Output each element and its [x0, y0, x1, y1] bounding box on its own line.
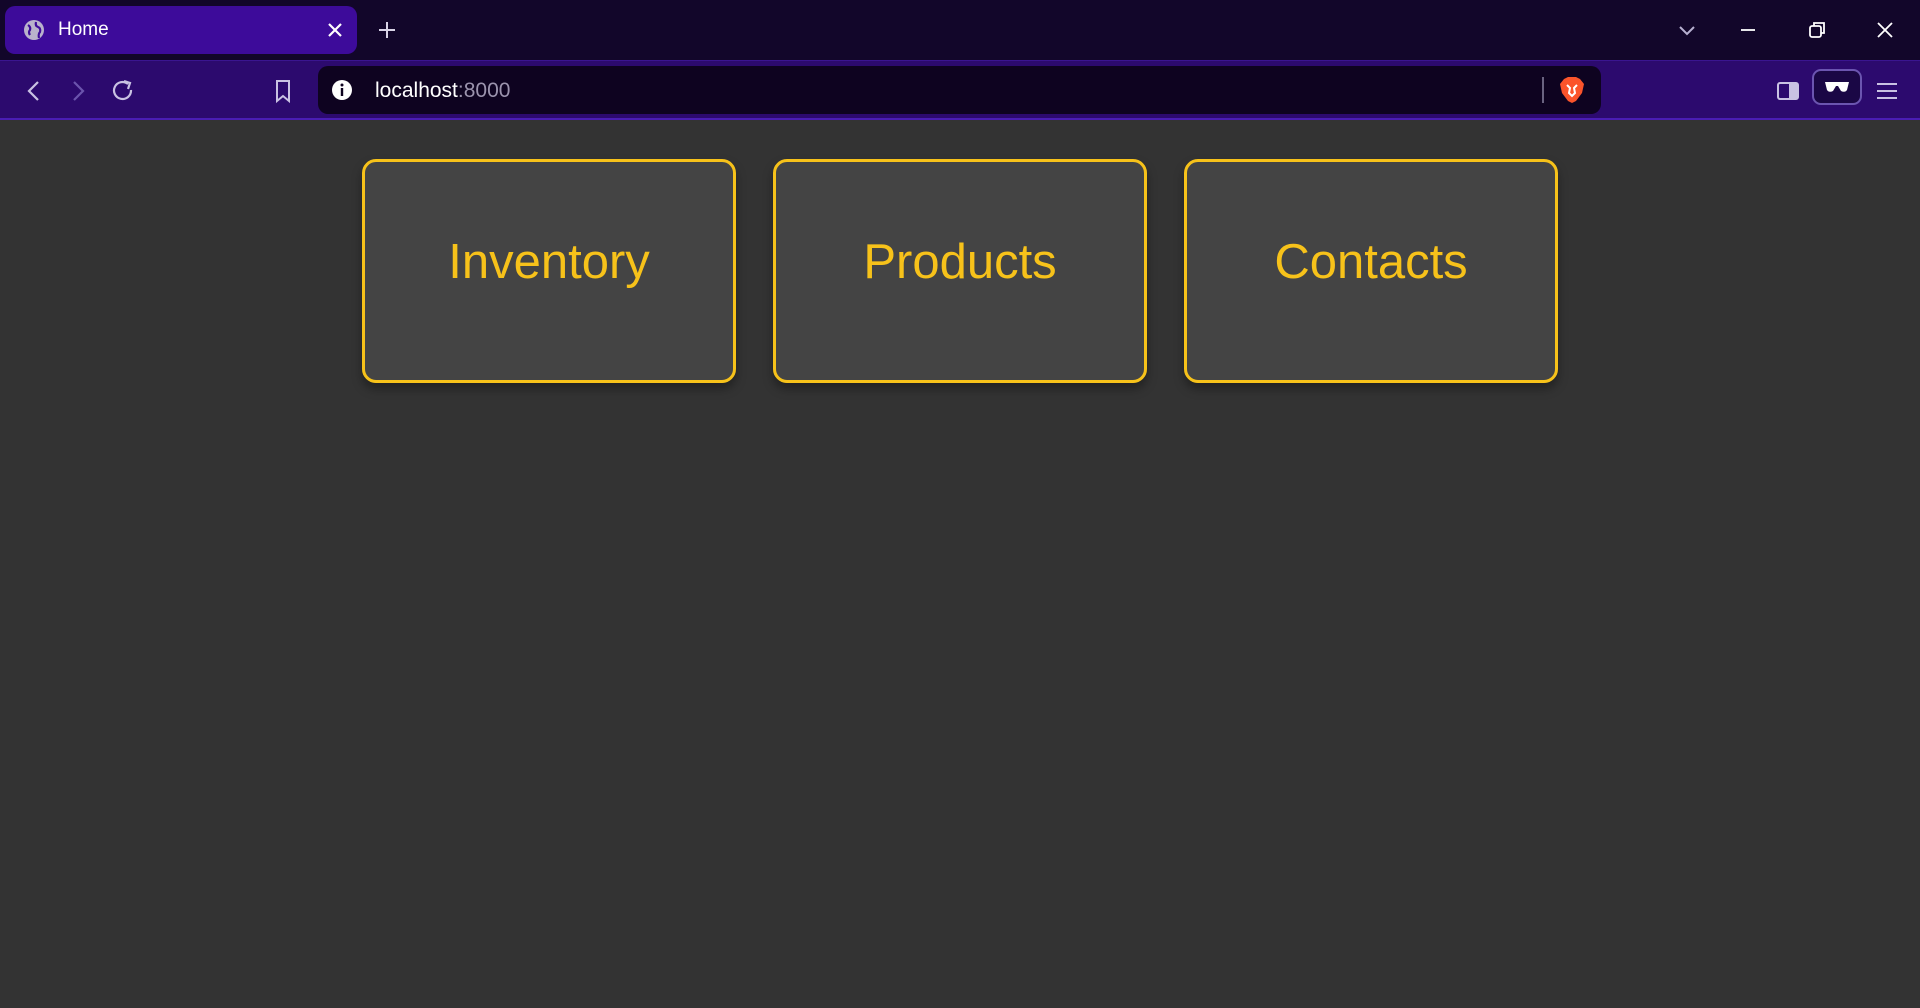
card-label-inventory: Inventory — [448, 235, 650, 289]
bookmark-icon[interactable] — [270, 78, 296, 104]
globe-icon — [24, 20, 44, 40]
menu-icon[interactable] — [1874, 78, 1900, 104]
minimize-icon[interactable] — [1736, 18, 1760, 42]
chevron-down-icon[interactable] — [1675, 18, 1699, 42]
restore-icon[interactable] — [1805, 18, 1829, 42]
url-port: :8000 — [457, 79, 511, 102]
page-content: Inventory Products Contacts — [0, 121, 1920, 1008]
forward-icon[interactable] — [65, 78, 91, 104]
new-tab-plus-icon[interactable] — [375, 18, 399, 42]
url-host: localhost — [375, 79, 458, 102]
close-window-icon[interactable] — [1873, 18, 1897, 42]
card-label-contacts: Contacts — [1274, 235, 1468, 289]
inventory-card[interactable]: Inventory — [362, 159, 736, 383]
tab-home[interactable]: Home — [5, 6, 357, 54]
browser-titlebar: Home — [0, 0, 1920, 60]
sidebar-icon[interactable] — [1775, 78, 1801, 104]
tab-title: Home — [58, 19, 109, 40]
brave-lion-icon[interactable] — [1558, 75, 1586, 105]
reader-mode-button[interactable] — [1812, 69, 1862, 105]
url-text[interactable]: localhost:8000 — [375, 79, 510, 103]
reload-icon[interactable] — [110, 78, 136, 104]
close-tab-icon[interactable] — [325, 20, 345, 40]
back-icon[interactable] — [21, 78, 47, 104]
address-bar[interactable]: localhost:8000 — [318, 66, 1601, 114]
info-icon[interactable] — [330, 78, 354, 102]
products-card[interactable]: Products — [773, 159, 1147, 383]
card-label-products: Products — [863, 235, 1057, 289]
url-divider — [1542, 77, 1544, 103]
browser-toolbar: localhost:8000 — [0, 60, 1920, 120]
reader-mode-icon — [1825, 82, 1849, 92]
contacts-card[interactable]: Contacts — [1184, 159, 1558, 383]
